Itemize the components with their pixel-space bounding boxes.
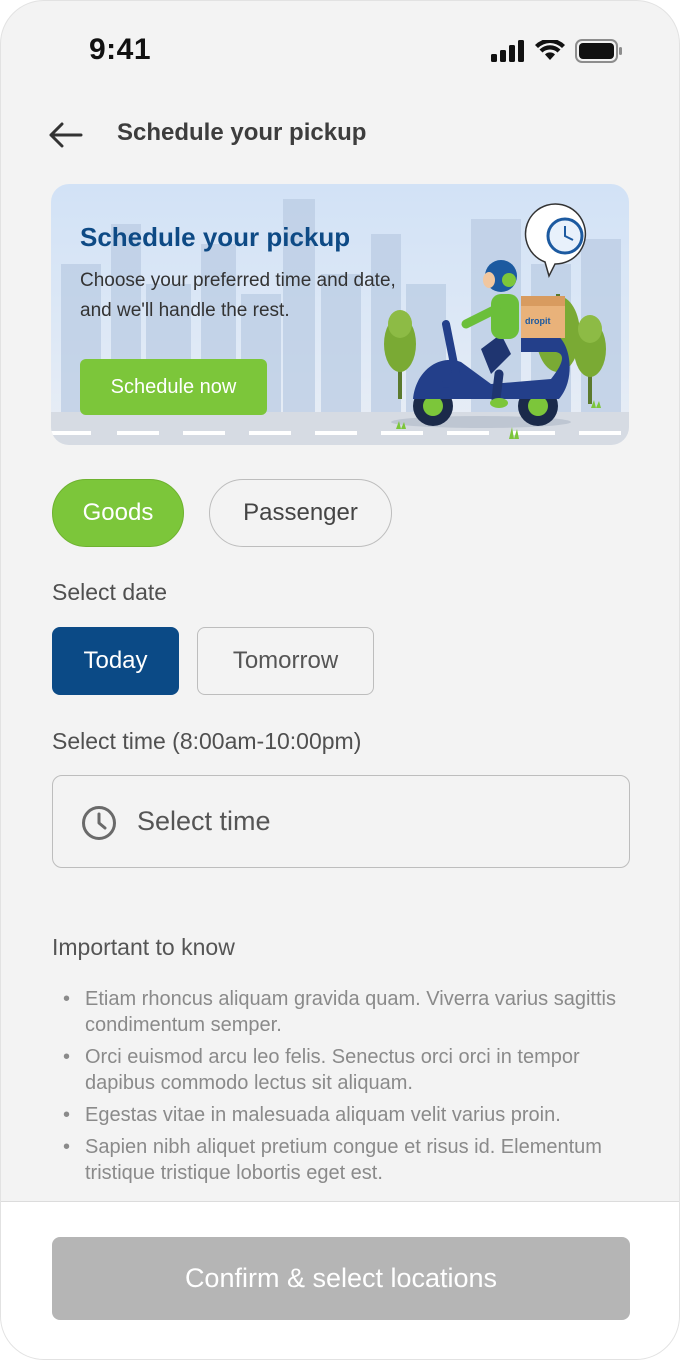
- list-item: Egestas vitae in malesuada aliquam velit…: [63, 1102, 623, 1128]
- signal-icon: [491, 40, 524, 62]
- date-today-button[interactable]: Today: [52, 627, 179, 695]
- wifi-icon: [535, 40, 565, 60]
- back-button[interactable]: [45, 115, 85, 155]
- back-arrow-icon: [49, 122, 83, 148]
- important-info-title: Important to know: [52, 934, 235, 960]
- page-title: Schedule your pickup: [117, 119, 367, 146]
- service-passenger-pill[interactable]: Passenger: [209, 479, 392, 547]
- important-info-list: Etiam rhoncus aliquam gravida quam. Vive…: [63, 986, 623, 1192]
- schedule-now-button[interactable]: Schedule now: [80, 359, 267, 415]
- banner-title: Schedule your pickup: [80, 222, 351, 252]
- select-date-label: Select date: [52, 579, 168, 605]
- list-item: Orci euismod arcu leo felis. Senectus or…: [63, 1044, 623, 1096]
- banner-description: Choose your preferred time and date, and…: [80, 270, 396, 321]
- confirm-select-locations-button[interactable]: Confirm & select locations: [52, 1237, 630, 1320]
- clock-icon: [82, 806, 116, 840]
- battery-icon: [575, 39, 622, 63]
- list-item: Etiam rhoncus aliquam gravida quam. Vive…: [63, 986, 623, 1038]
- bottom-action-bar: Confirm & select locations: [1, 1201, 679, 1359]
- list-item: Sapien nibh aliquet pretium congue et ri…: [63, 1134, 623, 1186]
- time-select-placeholder: Select time: [137, 806, 271, 836]
- phone-screen: 9:41 Schedule your pickup dropit Schedul…: [0, 0, 680, 1360]
- status-icons: [491, 39, 623, 63]
- promo-banner: dropit Schedule your pickup Choose your …: [51, 184, 629, 445]
- time-select-field[interactable]: Select time: [52, 775, 630, 868]
- box-brand-text: dropit: [525, 316, 551, 326]
- service-goods-pill[interactable]: Goods: [52, 479, 184, 547]
- header: Schedule your pickup: [1, 101, 679, 165]
- status-bar: 9:41: [1, 1, 679, 101]
- select-time-label: Select time (8:00am-10:00pm): [52, 728, 362, 754]
- date-tomorrow-button[interactable]: Tomorrow: [197, 627, 374, 695]
- status-time: 9:41: [89, 33, 152, 66]
